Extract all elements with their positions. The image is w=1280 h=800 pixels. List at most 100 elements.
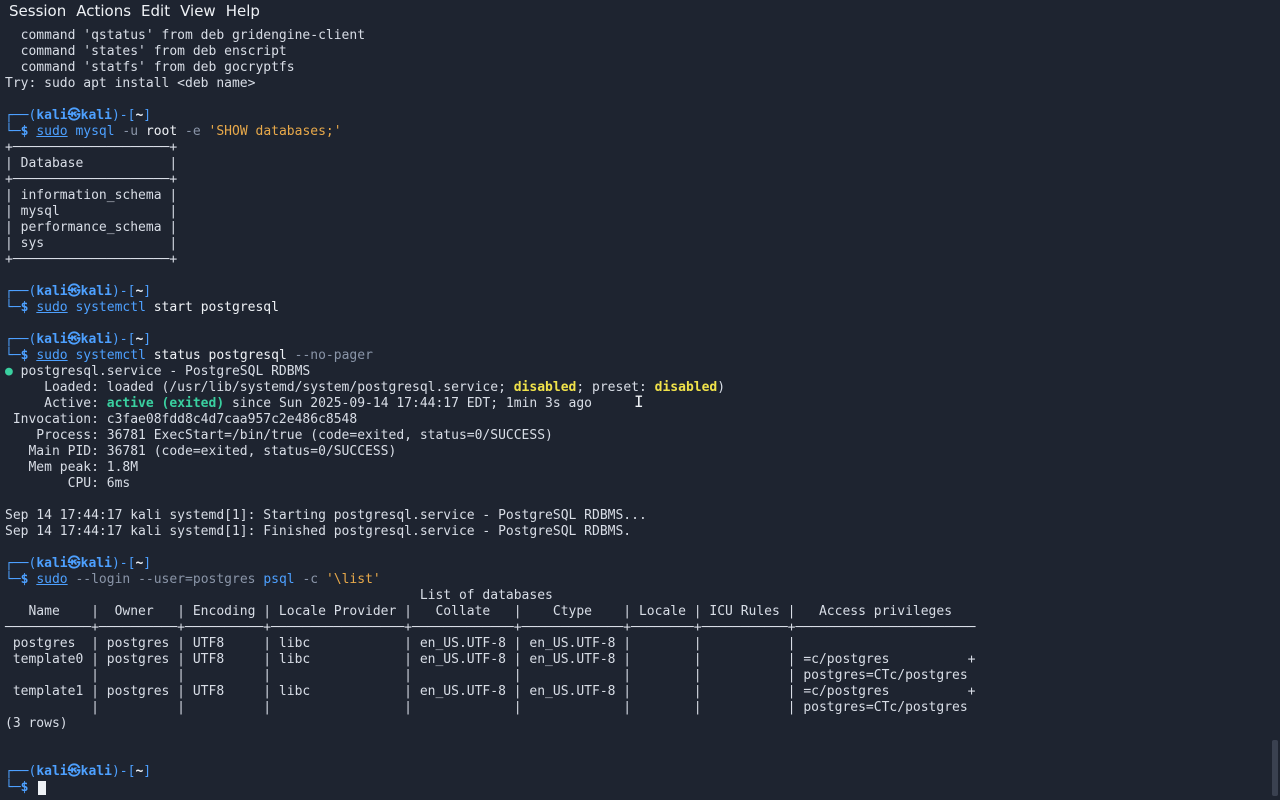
prompt-at-icon: ㉿ [67, 556, 81, 571]
journal-line: Sep 14 17:44:17 kali systemd[1]: Finishe… [5, 524, 632, 539]
prompt-frame: )-[ [111, 556, 136, 571]
cmd-option: -e [185, 124, 201, 139]
prompt-line-command: └─$ sudo mysql -u root -e 'SHOW database… [0, 124, 1268, 140]
status-loaded-text: ) [717, 380, 726, 395]
cmd-sudo: sudo [36, 300, 68, 315]
mysql-table-row: | information_schema | [5, 188, 178, 203]
prompt-line-input[interactable]: └─$ [0, 780, 1268, 796]
scrollback-line: Try: sudo apt install <deb name> [5, 76, 256, 91]
prompt-frame: )-[ [111, 108, 136, 123]
scrollbar-thumb[interactable] [1272, 740, 1278, 796]
cmd-arg: start postgresql [153, 300, 279, 315]
prompt-frame: ┌──( [5, 556, 37, 571]
prompt-line-top: ┌──(kali㉿kali)-[~] [0, 556, 1268, 572]
prompt-frame: ] [143, 284, 152, 299]
prompt-dollar: $ [20, 348, 29, 363]
cmd-arg: root [145, 124, 178, 139]
prompt-frame: ] [143, 556, 152, 571]
cmd-binary: systemctl [75, 348, 146, 363]
cmd-option: -c [302, 572, 319, 587]
prompt-user: kali [36, 284, 68, 299]
status-active-since: since Sun 2025-09-14 17:44:17 EDT; 1min … [224, 396, 593, 411]
status-service-line: ● postgresql.service - PostgreSQL RDBMS [0, 364, 1268, 380]
status-active-state: active (exited) [106, 396, 225, 411]
prompt-line-top: ┌──(kali㉿kali)-[~] [0, 764, 1268, 780]
prompt-line-top: ┌──(kali㉿kali)-[~] [0, 284, 1268, 300]
prompt-at-icon: ㉿ [67, 332, 81, 347]
menu-actions[interactable]: Actions [71, 0, 136, 22]
cmd-option: --user=postgres [138, 572, 256, 587]
prompt-line-top: ┌──(kali㉿kali)-[~] [0, 108, 1268, 124]
journal-line: Sep 14 17:44:17 kali systemd[1]: Startin… [5, 508, 647, 523]
cmd-string: '\list' [325, 572, 381, 587]
cmd-binary: mysql [75, 124, 115, 139]
prompt-user: kali [36, 332, 68, 347]
cmd-sudo: sudo [36, 348, 68, 363]
status-mempeak-line: Mem peak: 1.8M [5, 460, 139, 475]
prompt-frame: └─ [5, 572, 21, 587]
status-active-label: Active: [5, 396, 107, 411]
mysql-table-row: | performance_schema | [5, 220, 178, 235]
status-mainpid-line: Main PID: 36781 (code=exited, status=0/S… [5, 444, 397, 459]
mouse-ibeam-icon: I [634, 392, 644, 411]
status-invocation-line: Invocation: c3fae08fdd8c4d7caa957c2e486c… [5, 412, 358, 427]
cmd-option: --login [75, 572, 131, 587]
psql-table-row: | | | | | | | | postgres=CTc/postgres [5, 700, 968, 715]
prompt-host: kali [80, 108, 112, 123]
psql-table-row: template0 | postgres | UTF8 | libc | en_… [5, 652, 976, 667]
menubar: Session Actions Edit View Help [0, 0, 1280, 22]
prompt-frame: └─ [5, 780, 21, 795]
cmd-sudo: sudo [36, 124, 68, 139]
prompt-host: kali [80, 764, 112, 779]
prompt-frame: )-[ [111, 284, 136, 299]
prompt-frame: ┌──( [5, 108, 37, 123]
scrollback-line: command 'states' from deb enscript [5, 44, 287, 59]
prompt-host: kali [80, 332, 112, 347]
prompt-frame: )-[ [111, 764, 136, 779]
cmd-string: 'SHOW databases;' [208, 124, 342, 139]
psql-table-row: | | | | | | | | postgres=CTc/postgres [5, 668, 968, 683]
scrollbar[interactable] [1268, 28, 1280, 800]
prompt-line-command: └─$ sudo systemctl start postgresql [0, 300, 1268, 316]
psql-row-count: (3 rows) [5, 716, 68, 731]
prompt-line-top: ┌──(kali㉿kali)-[~] [0, 332, 1268, 348]
prompt-user: kali [36, 556, 68, 571]
scrollback-line: command 'statfs' from deb gocryptfs [5, 60, 295, 75]
psql-table-separator: ───────────+──────────+──────────+──────… [5, 620, 976, 635]
terminal-cursor[interactable] [38, 780, 47, 795]
status-service-name: postgresql.service - PostgreSQL RDBMS [12, 364, 311, 379]
psql-table-title: List of databases [5, 588, 553, 603]
prompt-at-icon: ㉿ [67, 764, 81, 779]
psql-table-row: postgres | postgres | UTF8 | libc | en_U… [5, 636, 796, 651]
prompt-frame: ] [143, 332, 152, 347]
menu-help[interactable]: Help [221, 0, 265, 22]
cmd-binary: systemctl [75, 300, 146, 315]
cmd-sudo: sudo [36, 572, 68, 587]
prompt-frame: ] [143, 108, 152, 123]
status-loaded-text: Loaded: loaded (/usr/lib/systemd/system/… [5, 380, 514, 395]
psql-table-header: Name | Owner | Encoding | Locale Provide… [5, 604, 953, 619]
prompt-dollar: $ [20, 572, 29, 587]
prompt-at-icon: ㉿ [67, 108, 81, 123]
terminal-output[interactable]: command 'qstatus' from deb gridengine-cl… [0, 28, 1268, 800]
prompt-dollar: $ [20, 780, 29, 795]
menu-view[interactable]: View [175, 0, 221, 22]
cmd-binary: psql [263, 572, 295, 587]
menu-session[interactable]: Session [0, 0, 71, 22]
prompt-user: kali [36, 108, 68, 123]
status-disabled: disabled [513, 380, 577, 395]
prompt-host: kali [80, 556, 112, 571]
prompt-line-command: └─$ sudo --login --user=postgres psql -c… [0, 572, 1268, 588]
mysql-table-row: | sys | [5, 236, 178, 251]
status-cpu-line: CPU: 6ms [5, 476, 131, 491]
menu-edit[interactable]: Edit [136, 0, 175, 22]
cmd-arg: status postgresql [153, 348, 287, 363]
prompt-dollar: $ [20, 124, 29, 139]
